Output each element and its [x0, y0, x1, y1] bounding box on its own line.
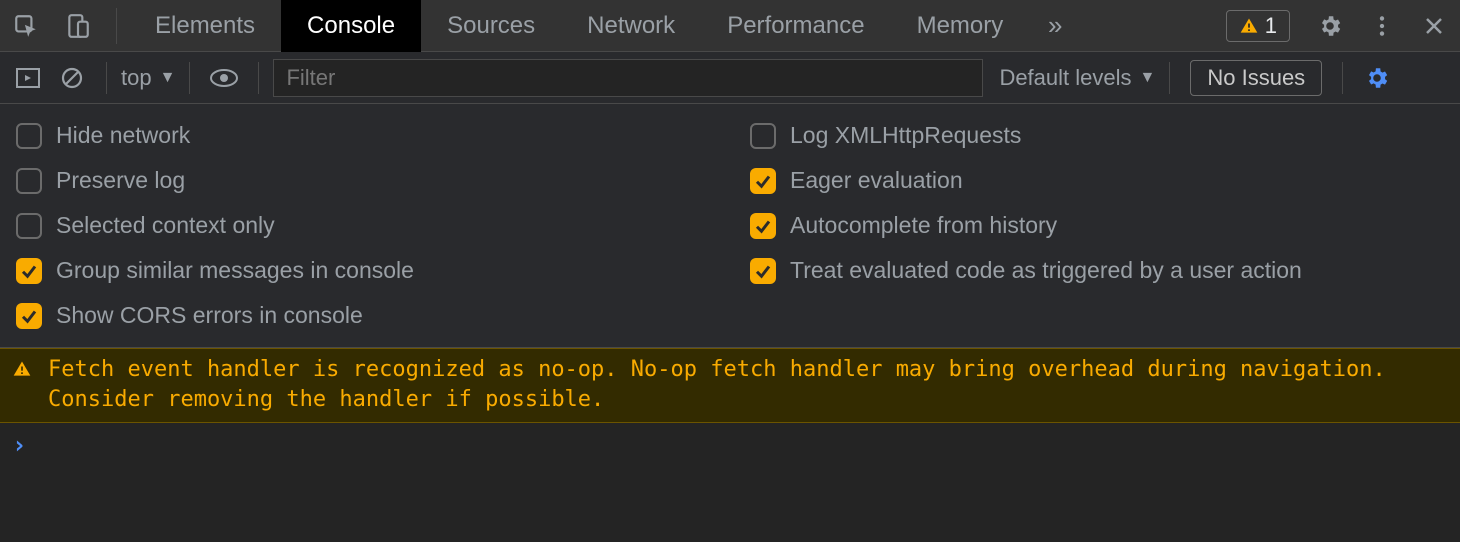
chk-label: Eager evaluation: [790, 167, 963, 194]
prompt-chevron-icon: ›: [12, 431, 26, 459]
device-toggle-icon[interactable]: [52, 0, 104, 52]
settings-gear-icon[interactable]: [1304, 0, 1356, 52]
chk-log-xhr[interactable]: Log XMLHttpRequests: [750, 122, 1444, 149]
log-levels-selector[interactable]: Default levels ▼: [999, 65, 1155, 91]
tab-performance[interactable]: Performance: [701, 0, 890, 52]
tab-memory[interactable]: Memory: [891, 0, 1030, 52]
chk-eager-eval[interactable]: Eager evaluation: [750, 167, 1444, 194]
tab-sources[interactable]: Sources: [421, 0, 561, 52]
console-prompt[interactable]: ›: [0, 423, 1460, 467]
separator: [1169, 62, 1170, 94]
kebab-menu-icon[interactable]: [1356, 0, 1408, 52]
chk-label: Hide network: [56, 122, 190, 149]
chk-label: Autocomplete from history: [790, 212, 1057, 239]
checkbox-icon: [16, 123, 42, 149]
tab-console[interactable]: Console: [281, 0, 421, 52]
separator: [189, 62, 190, 94]
chk-autocomplete-history[interactable]: Autocomplete from history: [750, 212, 1444, 239]
chk-label: Selected context only: [56, 212, 275, 239]
checkbox-icon: [750, 123, 776, 149]
chk-label: Show CORS errors in console: [56, 302, 363, 329]
live-expression-icon[interactable]: [204, 58, 244, 98]
inspect-element-icon[interactable]: [0, 0, 52, 52]
chk-group-similar[interactable]: Group similar messages in console: [16, 257, 710, 284]
warnings-badge[interactable]: 1: [1226, 10, 1290, 42]
checkbox-icon: [16, 168, 42, 194]
checkbox-checked-icon: [16, 258, 42, 284]
checkbox-checked-icon: [750, 168, 776, 194]
warnings-count: 1: [1265, 13, 1277, 39]
checkbox-icon: [16, 213, 42, 239]
filter-wrapper: [273, 59, 983, 97]
close-devtools-icon[interactable]: [1408, 0, 1460, 52]
levels-label: Default levels: [999, 65, 1131, 91]
chk-user-action[interactable]: Treat evaluated code as triggered by a u…: [750, 257, 1444, 284]
console-settings-pane: Hide network Log XMLHttpRequests Preserv…: [0, 104, 1460, 348]
chevron-down-icon: ▼: [1140, 69, 1156, 87]
clear-console-icon[interactable]: [52, 58, 92, 98]
tab-network[interactable]: Network: [561, 0, 701, 52]
checkbox-checked-icon: [750, 258, 776, 284]
separator: [116, 8, 117, 44]
toggle-sidebar-icon[interactable]: [8, 58, 48, 98]
separator: [106, 62, 107, 94]
chk-cors-errors[interactable]: Show CORS errors in console: [16, 302, 710, 329]
chk-preserve-log[interactable]: Preserve log: [16, 167, 710, 194]
chk-label: Treat evaluated code as triggered by a u…: [790, 257, 1302, 284]
tab-elements[interactable]: Elements: [129, 0, 281, 52]
more-tabs-icon[interactable]: »: [1029, 0, 1081, 52]
checkbox-checked-icon: [750, 213, 776, 239]
issues-label: No Issues: [1207, 65, 1305, 90]
chk-label: Log XMLHttpRequests: [790, 122, 1021, 149]
chk-selected-context[interactable]: Selected context only: [16, 212, 710, 239]
filter-input[interactable]: [273, 59, 983, 97]
issues-button[interactable]: No Issues: [1190, 60, 1322, 96]
chk-label: Group similar messages in console: [56, 257, 414, 284]
chevron-down-icon: ▼: [160, 69, 176, 87]
console-settings-gear-icon[interactable]: [1357, 58, 1397, 98]
devtools-tabstrip: Elements Console Sources Network Perform…: [0, 0, 1460, 52]
warning-triangle-icon: [12, 359, 32, 379]
chk-hide-network[interactable]: Hide network: [16, 122, 710, 149]
separator: [258, 62, 259, 94]
message-text: Fetch event handler is recognized as no-…: [48, 355, 1448, 414]
chk-label: Preserve log: [56, 167, 185, 194]
console-message-warning: Fetch event handler is recognized as no-…: [0, 348, 1460, 423]
context-selector[interactable]: top ▼: [121, 65, 175, 91]
separator: [1342, 62, 1343, 94]
checkbox-checked-icon: [16, 303, 42, 329]
context-label: top: [121, 65, 152, 91]
console-toolbar: top ▼ Default levels ▼ No Issues: [0, 52, 1460, 104]
